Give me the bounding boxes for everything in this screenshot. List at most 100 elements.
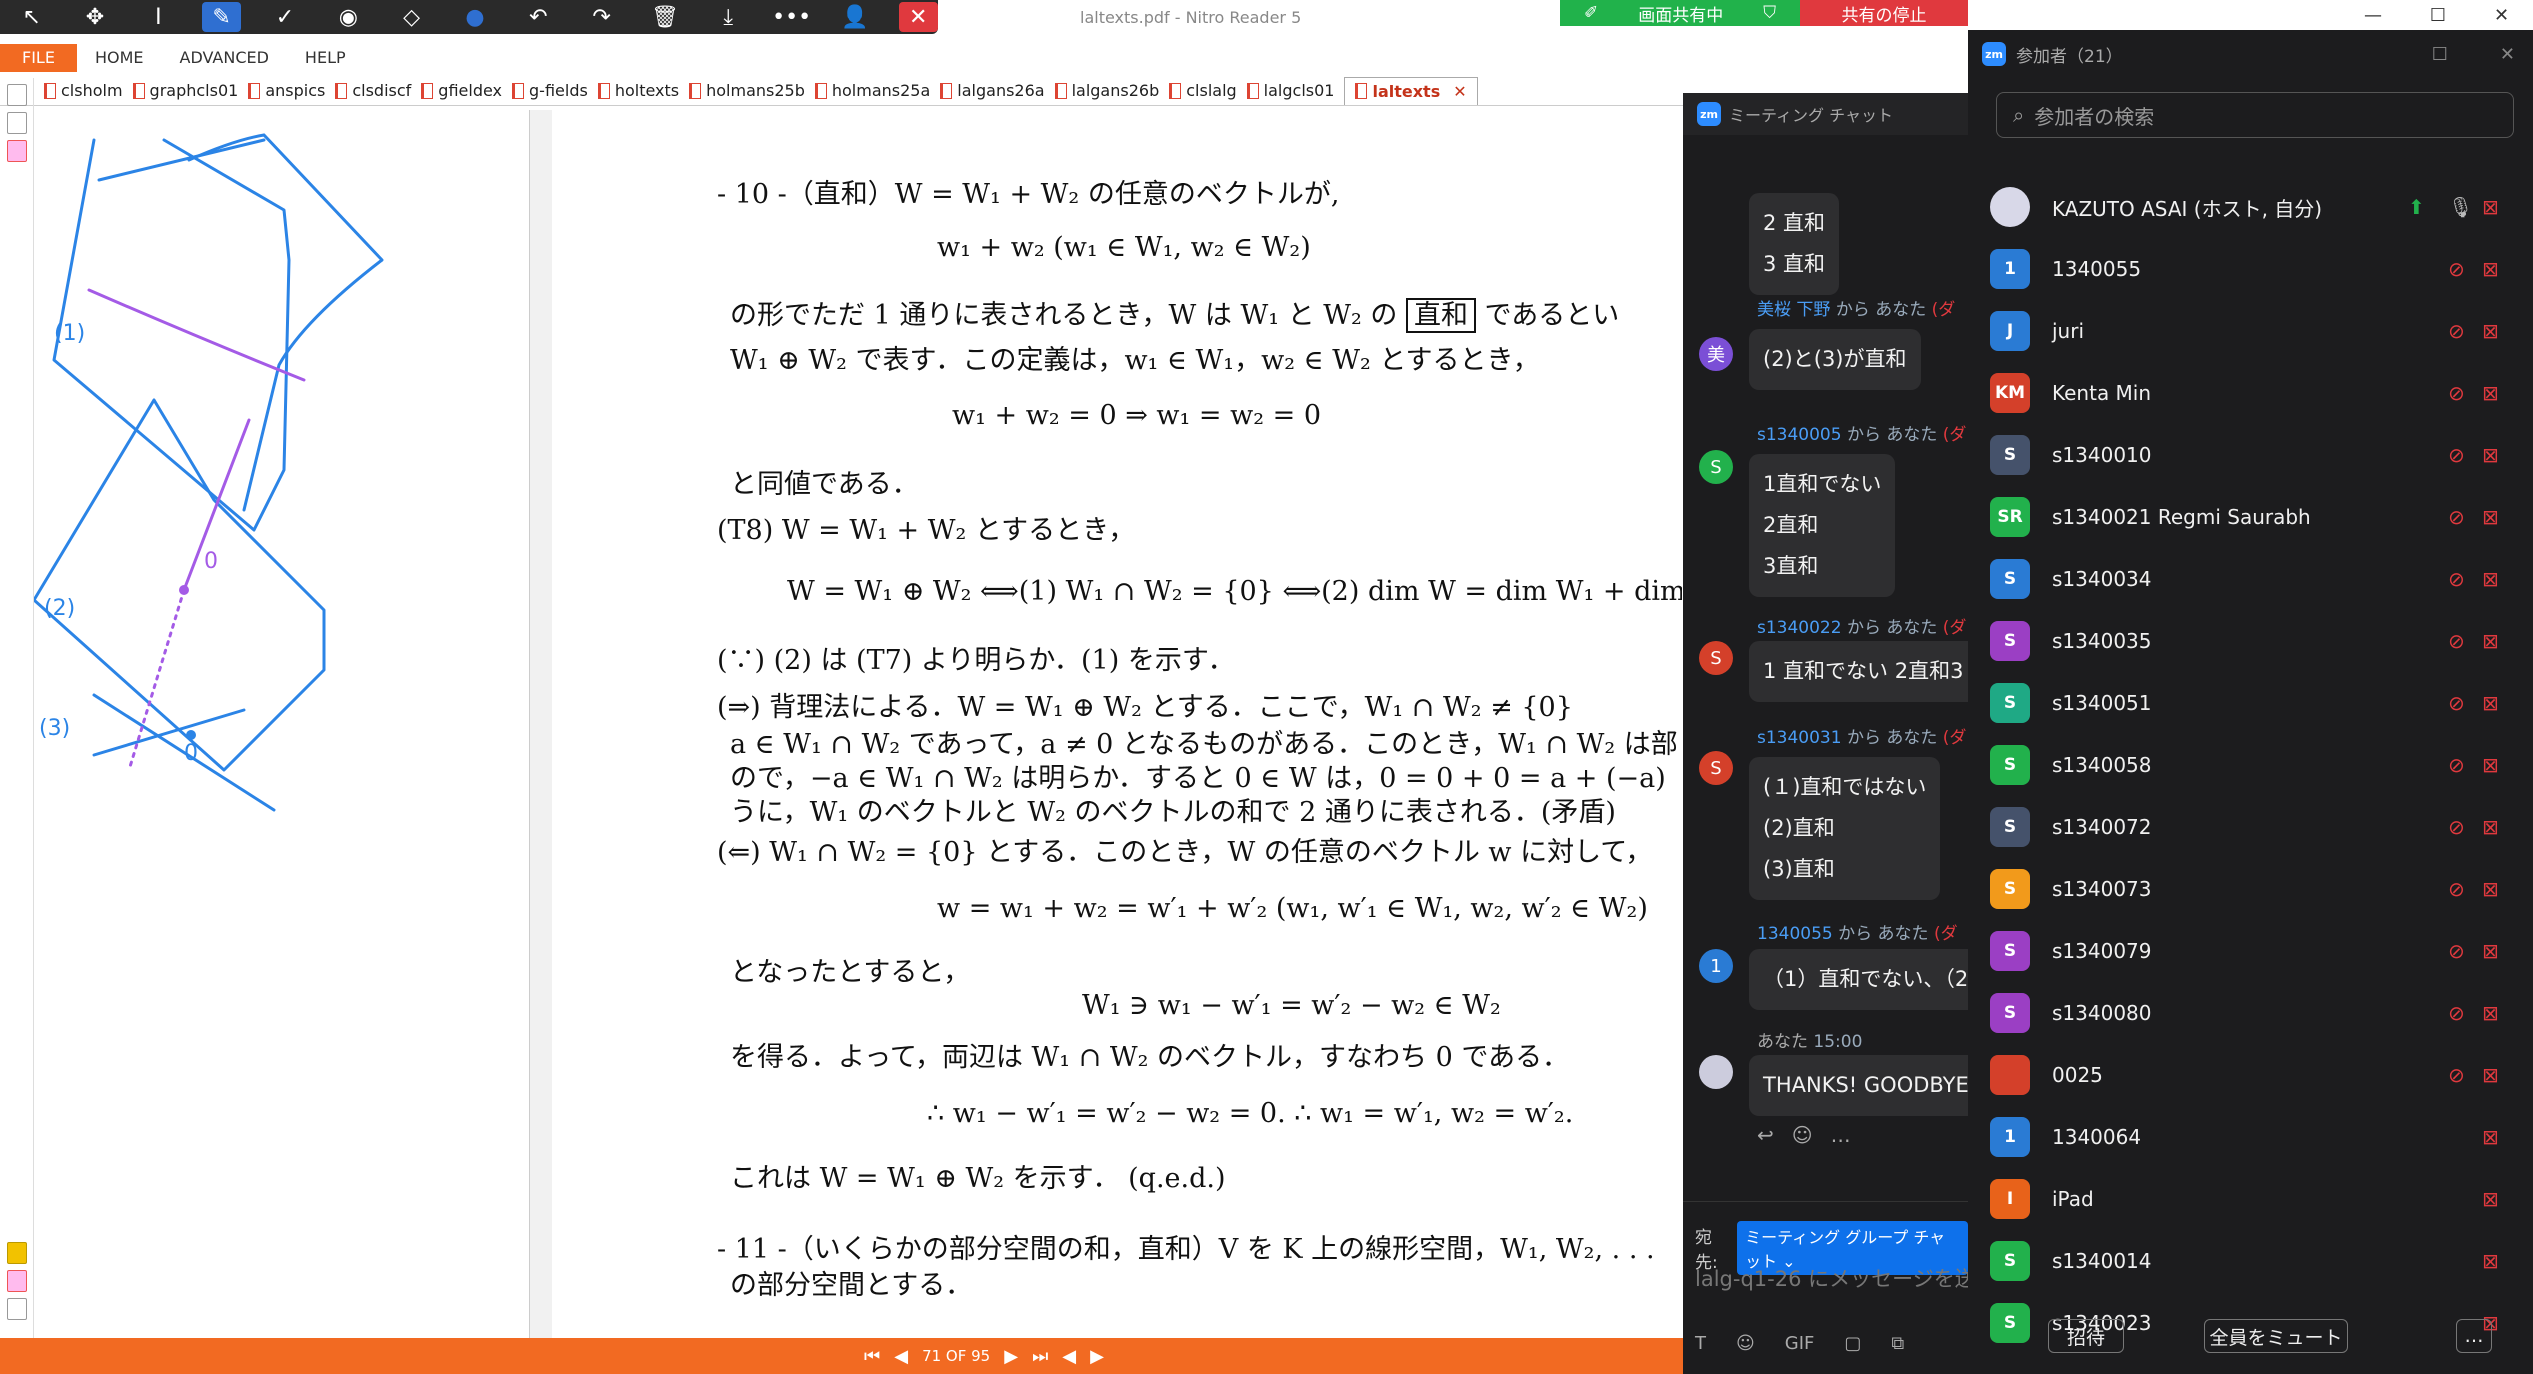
check-icon[interactable]: ✓	[265, 2, 304, 32]
bookmarks-icon[interactable]	[7, 112, 27, 134]
mic-muted-icon[interactable]: ⊘	[2448, 815, 2465, 839]
last-page-icon[interactable]: ⏭	[1032, 1346, 1048, 1367]
next-page-icon[interactable]: ▶	[1004, 1346, 1018, 1367]
close-icon[interactable]: ✕	[898, 2, 938, 32]
participant-search[interactable]: ⌕ 参加者の検索	[1996, 92, 2514, 138]
camera-off-icon[interactable]: ⊠	[2482, 319, 2499, 343]
menu-file[interactable]: FILE	[0, 44, 77, 72]
participant-row[interactable]: Ss1340072 ⊘ ⊠	[1968, 796, 2533, 858]
participant-row[interactable]: Ss1340073 ⊘ ⊠	[1968, 858, 2533, 920]
sender-avatar[interactable]: S	[1699, 450, 1733, 484]
participant-row[interactable]: Ss1340014 ⊠	[1968, 1230, 2533, 1292]
participant-row[interactable]: Ss1340010 ⊘ ⊠	[1968, 424, 2533, 486]
doc-tab[interactable]: g-fields	[512, 77, 598, 105]
more-icon[interactable]: …	[1831, 1123, 1851, 1147]
camera-off-icon[interactable]: ⊠	[2482, 939, 2499, 963]
doc-tab[interactable]: holtexts	[597, 77, 689, 105]
reply-icon[interactable]: ↩	[1757, 1123, 1774, 1147]
camera-off-icon[interactable]: ⊠	[2482, 1187, 2499, 1211]
camera-off-icon[interactable]: ⊠	[2482, 381, 2499, 405]
mic-muted-icon[interactable]: ⊘	[2448, 257, 2465, 281]
trash-icon[interactable]: 🗑	[645, 2, 684, 32]
mic-muted-icon[interactable]: ⊘	[2448, 1001, 2465, 1025]
participant-row[interactable]: Ss1340079 ⊘ ⊠	[1968, 920, 2533, 982]
mic-muted-icon[interactable]: ⊘	[2448, 691, 2465, 715]
camera-off-icon[interactable]: ⊠	[2482, 1125, 2499, 1149]
doc-tab[interactable]: anspics	[248, 77, 335, 105]
window-close-icon[interactable]: ✕	[2494, 5, 2509, 26]
emoji-picker-icon[interactable]: ☺	[1736, 1333, 1755, 1354]
mic-muted-icon[interactable]: ⊘	[2448, 443, 2465, 467]
maximize-icon[interactable]: ☐	[2430, 5, 2446, 26]
doc-tab[interactable]: gfieldex	[421, 77, 512, 105]
doc-tab[interactable]: lalgans26a	[940, 77, 1054, 105]
color-dot-icon[interactable]: ●	[455, 2, 494, 32]
pdf-page[interactable]: - 10 -（直和）W = W₁ + W₂ の任意のベクトルが, w₁ + w₂…	[552, 110, 1682, 1338]
participant-row[interactable]: Jjuri ⊘ ⊠	[1968, 300, 2533, 362]
format-text-icon[interactable]: T	[1695, 1333, 1706, 1354]
sender-avatar[interactable]: 美	[1699, 337, 1733, 371]
stop-share-button[interactable]: 共有の停止	[1800, 0, 1968, 26]
camera-off-icon[interactable]: ⊠	[2482, 1001, 2499, 1025]
participant-row[interactable]: Ss1340034 ⊘ ⊠	[1968, 548, 2533, 610]
participant-row[interactable]: IiPad ⊠	[1968, 1168, 2533, 1230]
sharing-indicator[interactable]: ✐ 画面共有中 ⛉	[1560, 0, 1800, 26]
page-indicator[interactable]: 71 OF 95	[922, 1347, 990, 1365]
participant-row[interactable]: 1 1340064 ⊠	[1968, 1106, 2533, 1168]
comments-icon[interactable]	[7, 1242, 27, 1264]
participant-row[interactable]: Ss1340035 ⊘ ⊠	[1968, 610, 2533, 672]
prev-page-icon[interactable]: ◀	[894, 1346, 908, 1367]
camera-off-icon[interactable]: ⊠	[2482, 877, 2499, 901]
camera-off-icon[interactable]: ⊠	[2482, 815, 2499, 839]
mic-muted-icon[interactable]: ⊘	[2448, 877, 2465, 901]
text-cursor-icon[interactable]: I	[139, 2, 178, 32]
participant-row[interactable]: KAZUTO ASAI (ホスト, 自分) ⬆ 🎙 ⊠	[1968, 176, 2533, 238]
download-icon[interactable]: ⤓	[709, 2, 748, 32]
handwritten-notes-page[interactable]: (1) (2) (3) 0 0	[34, 110, 530, 1338]
more-icon[interactable]: •••	[772, 2, 811, 32]
camera-off-icon[interactable]: ⊠	[2482, 567, 2499, 591]
menu-help[interactable]: HELP	[287, 44, 364, 72]
move-icon[interactable]: ✥	[75, 2, 114, 32]
participant-row[interactable]: Ss1340058 ⊘ ⊠	[1968, 734, 2533, 796]
close-tab-icon[interactable]: ✕	[1453, 82, 1466, 101]
mic-muted-icon[interactable]: ⊘	[2448, 567, 2465, 591]
participant-row[interactable]: SR s1340021 Regmi Saurabh ⊘ ⊠	[1968, 486, 2533, 548]
camera-off-icon[interactable]: ⊠	[2482, 195, 2499, 219]
pages-icon[interactable]	[7, 84, 27, 106]
participant-row[interactable]: 0025 ⊘ ⊠	[1968, 1044, 2533, 1106]
camera-off-icon[interactable]: ⊠	[2482, 257, 2499, 281]
camera-off-icon[interactable]: ⊠	[2482, 1249, 2499, 1273]
sender-name[interactable]: あなた	[1757, 1032, 1808, 1052]
sender-avatar[interactable]: S	[1699, 751, 1733, 785]
chat-input[interactable]: lalg-q1-26 にメッセージを送信	[1695, 1263, 1968, 1293]
menu-home[interactable]: HOME	[77, 44, 162, 72]
doc-tab[interactable]: holmans25b	[689, 77, 815, 105]
popout-icon[interactable]: ☐	[2432, 44, 2448, 65]
files-icon[interactable]	[7, 1270, 27, 1292]
mic-muted-icon[interactable]: ⊘	[2448, 939, 2465, 963]
camera-off-icon[interactable]: ⊠	[2482, 443, 2499, 467]
participant-row[interactable]: 1 1340055 ⊘ ⊠	[1968, 238, 2533, 300]
mic-muted-icon[interactable]: ⊘	[2448, 505, 2465, 529]
mic-muted-icon[interactable]: ⊘	[2448, 629, 2465, 653]
pointer-icon[interactable]: ↖	[12, 2, 51, 32]
doc-tab[interactable]: holmans25a	[814, 77, 940, 105]
camera-off-icon[interactable]: ⊠	[2482, 629, 2499, 653]
back-view-icon[interactable]: ◀	[1062, 1346, 1076, 1367]
attachments-icon[interactable]	[7, 140, 27, 162]
sender-name[interactable]: 美桜 下野	[1757, 300, 1830, 320]
mute-all-button[interactable]: 全員をミュート	[2204, 1319, 2348, 1353]
participant-row[interactable]: KM Kenta Min ⊘ ⊠	[1968, 362, 2533, 424]
camera-off-icon[interactable]: ⊠	[2482, 753, 2499, 777]
sender-avatar[interactable]	[1699, 1055, 1733, 1089]
emoji-icon[interactable]: ☺	[1792, 1123, 1813, 1147]
camera-off-icon[interactable]: ⊠	[2482, 691, 2499, 715]
doc-tab[interactable]: clsholm	[44, 77, 133, 105]
gif-icon[interactable]: GIF	[1785, 1333, 1815, 1354]
file-icon[interactable]: ▢	[1844, 1333, 1861, 1354]
doc-tab[interactable]: clslalg	[1169, 77, 1246, 105]
doc-tab[interactable]: lalgcls01	[1246, 77, 1345, 105]
menu-advanced[interactable]: ADVANCED	[162, 44, 287, 72]
forward-view-icon[interactable]: ▶	[1090, 1346, 1104, 1367]
